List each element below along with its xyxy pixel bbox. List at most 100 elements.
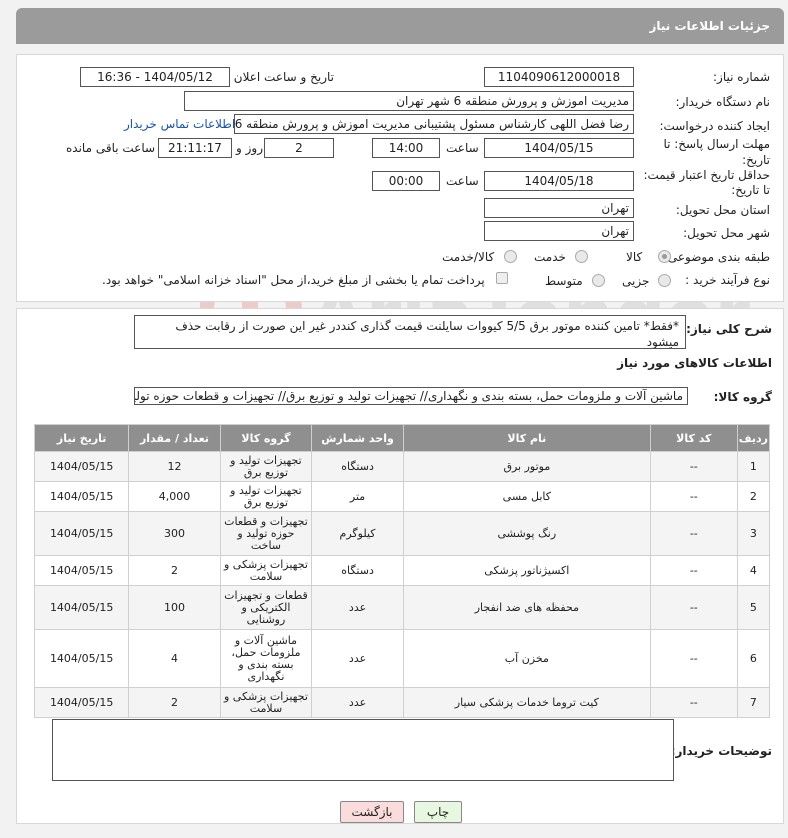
row-number: 6 [736, 629, 771, 688]
buyer-notes-label: توضیحات خریدار: [670, 744, 772, 758]
need-number-label: شماره نیاز: [713, 70, 770, 84]
table-row: 5 -- محفظه های ضد انفجار عدد قطعات و تجه… [33, 585, 771, 630]
city-field: تهران [484, 221, 634, 241]
item-group: قطعات و تجهیزات الکتریکی و روشنایی [219, 585, 313, 630]
province-label: استان محل تحویل: [675, 203, 770, 217]
col-unit: واحد شمارش [311, 424, 404, 452]
row-number: 5 [736, 585, 771, 630]
item-code: -- [649, 687, 738, 718]
row-number: 1 [736, 451, 771, 482]
item-name: کیت تروما خدمات پزشکی سیار [402, 687, 651, 718]
item-unit: عدد [311, 585, 404, 630]
col-item-group: گروه کالا [219, 424, 313, 452]
item-unit: دستگاه [311, 451, 404, 482]
remaining-label: ساعت باقی مانده [66, 141, 156, 155]
item-group: ماشین آلات و ملزومات حمل، بسته بندی و نگ… [219, 629, 313, 688]
goods-section-title: اطلاعات کالاهای مورد نیاز [617, 356, 772, 370]
item-unit: کیلوگرم [311, 511, 404, 556]
province-field: تهران [484, 198, 634, 218]
validity-time-field: 00:00 [372, 171, 440, 191]
category-label: طبقه بندی موضوعی: [663, 250, 770, 264]
row-number: 7 [736, 687, 771, 718]
validity-label: حداقل تاریخ اعتبار قیمت: تا تاریخ: [643, 168, 770, 197]
item-name: کابل مسی [402, 481, 651, 512]
row-number: 4 [736, 555, 771, 586]
print-button[interactable]: چاپ [414, 801, 462, 823]
item-quantity: 4,000 [128, 481, 221, 512]
contact-info-link[interactable]: اطلاعات تماس خریدار [124, 117, 235, 131]
goods-table-header: ردیف کد کالا نام کالا واحد شمارش گروه کا… [33, 424, 771, 452]
table-row: 4 -- اکسیژناتور پزشکی دستگاه تجهیزات پزش… [33, 555, 771, 586]
buyer-org-label: نام دستگاه خریدار: [675, 95, 771, 109]
table-row: 3 -- رنگ پوششی کیلوگرم تجهیزات و قطعات ح… [33, 511, 771, 556]
item-group: تجهیزات پزشکی و سلامت [219, 555, 313, 586]
item-code: -- [649, 585, 738, 630]
table-row: 7 -- کیت تروما خدمات پزشکی سیار عدد تجهی… [33, 687, 771, 718]
col-row-number: ردیف [736, 424, 771, 452]
item-quantity: 2 [128, 555, 221, 586]
item-need-date: 1404/05/15 [33, 629, 130, 688]
deadline-label: مهلت ارسال پاسخ: تا تاریخ: [663, 137, 770, 167]
deadline-date-field: 1404/05/15 [484, 138, 634, 158]
item-unit: متر [311, 481, 404, 512]
table-row: 6 -- مخزن آب عدد ماشین آلات و ملزومات حم… [33, 629, 771, 688]
category-goods-service-label: کالا/خدمت [442, 250, 495, 264]
process-partial-radio[interactable] [658, 274, 671, 287]
back-button[interactable]: بازگشت [340, 801, 404, 823]
process-medium-radio[interactable] [592, 274, 605, 287]
item-name: موتور برق [402, 451, 651, 482]
page-title-bar: جزئیات اطلاعات نیاز [16, 8, 784, 44]
requester-field: رضا فضل اللهی کارشناس مسئول پشتیبانی مدی… [234, 114, 634, 134]
description-field[interactable]: *فقط* تامین کننده موتور برق 5/5 کیووات س… [134, 315, 686, 349]
col-item-code: کد کالا [649, 424, 738, 452]
table-row: 2 -- کابل مسی متر تجهیزات تولید و توزیع … [33, 481, 771, 512]
buyer-org-field: مدیریت اموزش و پرورش منطقه 6 شهر تهران [184, 91, 634, 111]
item-code: -- [649, 511, 738, 556]
item-group: تجهیزات پزشکی و سلامت [219, 687, 313, 718]
row-number: 3 [736, 511, 771, 556]
item-need-date: 1404/05/15 [33, 481, 130, 512]
item-unit: دستگاه [311, 555, 404, 586]
item-quantity: 12 [128, 451, 221, 482]
days-label: روز و [236, 141, 263, 155]
category-goods-service-radio[interactable] [504, 250, 517, 263]
item-unit: عدد [311, 687, 404, 718]
process-label: نوع فرآیند خرید : [685, 273, 770, 287]
remaining-time-field: 21:11:17 [158, 138, 232, 158]
table-row: 1 -- موتور برق دستگاه تجهیزات تولید و تو… [33, 451, 771, 482]
category-goods-label: کالا [626, 250, 643, 264]
days-field: 2 [264, 138, 334, 158]
item-unit: عدد [311, 629, 404, 688]
category-goods-radio[interactable] [658, 250, 671, 263]
item-need-date: 1404/05/15 [33, 585, 130, 630]
item-quantity: 4 [128, 629, 221, 688]
item-quantity: 2 [128, 687, 221, 718]
buyer-notes-field[interactable] [52, 719, 674, 781]
category-service-radio[interactable] [575, 250, 588, 263]
col-quantity: تعداد / مقدار [128, 424, 221, 452]
item-name: اکسیژناتور پزشکی [402, 555, 651, 586]
validity-date-field: 1404/05/18 [484, 171, 634, 191]
deadline-time-label: ساعت [446, 141, 479, 155]
row-number: 2 [736, 481, 771, 512]
item-need-date: 1404/05/15 [33, 451, 130, 482]
city-label: شهر محل تحویل: [683, 226, 770, 240]
page-title: جزئیات اطلاعات نیاز [649, 19, 770, 33]
item-name: محفظه های ضد انفجار [402, 585, 651, 630]
process-medium-label: متوسط [545, 274, 583, 288]
item-code: -- [649, 451, 738, 482]
item-code: -- [649, 481, 738, 512]
validity-time-label: ساعت [446, 174, 479, 188]
item-need-date: 1404/05/15 [33, 555, 130, 586]
col-item-name: نام کالا [402, 424, 651, 452]
process-partial-label: جزیی [622, 274, 650, 288]
treasury-payment-checkbox[interactable] [496, 272, 508, 284]
goods-group-label: گروه کالا: [713, 390, 772, 404]
deadline-time-field: 14:00 [372, 138, 440, 158]
payment-note: پرداخت تمام یا بخشی از مبلغ خرید،از محل … [102, 273, 485, 287]
item-group: تجهیزات تولید و توزیع برق [219, 481, 313, 512]
category-service-label: خدمت [534, 250, 566, 264]
item-code: -- [649, 555, 738, 586]
item-need-date: 1404/05/15 [33, 687, 130, 718]
announce-field: 1404/05/12 - 16:36 [80, 67, 230, 87]
